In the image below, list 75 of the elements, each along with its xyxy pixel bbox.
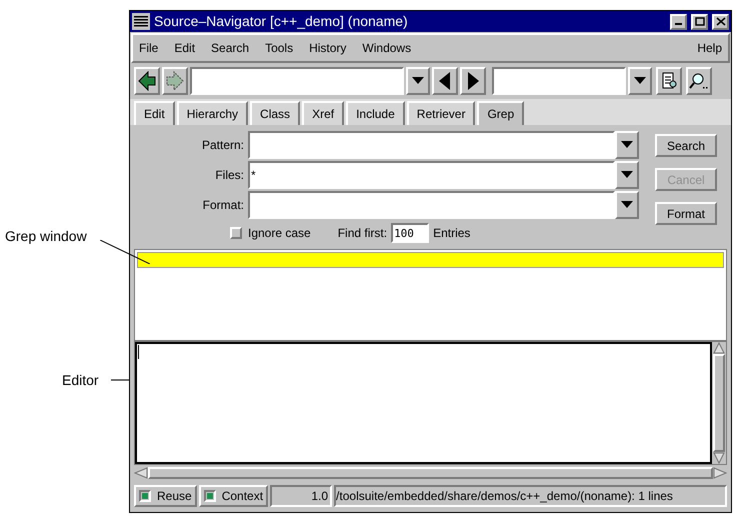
dropdown-button[interactable] <box>615 161 639 189</box>
menu-item[interactable]: Help <box>697 39 722 57</box>
input-field[interactable] <box>248 191 615 219</box>
arrow-right-icon <box>166 71 184 91</box>
triangle-left-icon <box>439 72 451 90</box>
toolbar-button[interactable] <box>656 67 682 95</box>
checkbox[interactable] <box>139 490 151 502</box>
tab[interactable]: Class <box>250 101 300 125</box>
toggle-label: Context <box>222 488 264 505</box>
menu-item[interactable]: Tools <box>265 39 294 57</box>
tab[interactable]: Xref <box>302 101 344 125</box>
cursor-position: 1.0 <box>270 485 332 507</box>
caret-icon <box>621 141 633 149</box>
status-text: /toolsuite/embedded/share/demos/c++_demo/(noname): 1 lines <box>334 485 727 507</box>
menu-item[interactable]: Windows <box>362 39 412 57</box>
toggle-button[interactable]: Reuse <box>134 485 197 507</box>
tab[interactable]: Retriever <box>406 101 476 125</box>
next-button[interactable] <box>460 67 486 95</box>
field-label: Format: <box>202 197 245 214</box>
menu-item[interactable]: Edit <box>174 39 196 57</box>
caret-icon <box>621 201 633 209</box>
tab[interactable]: Edit <box>134 101 175 125</box>
arrow-right-icon <box>713 466 727 478</box>
window-title: Source–Navigator [c++_demo] (noname) <box>154 12 409 31</box>
maximize-icon <box>694 17 704 26</box>
close-icon <box>716 17 726 26</box>
caret-icon <box>621 171 633 179</box>
input-field[interactable]: * <box>248 161 615 189</box>
text-cursor <box>138 345 139 359</box>
toggle-button[interactable]: Context <box>198 485 268 507</box>
caret-icon <box>412 77 424 85</box>
previous-button[interactable] <box>432 67 458 95</box>
input-field[interactable] <box>248 131 615 159</box>
dropdown-button[interactable] <box>615 131 639 159</box>
arrow-left-icon <box>134 466 148 478</box>
find-button[interactable] <box>686 67 712 95</box>
back-button[interactable] <box>134 67 160 95</box>
input-field[interactable]: 100 <box>391 223 430 243</box>
checkbox[interactable] <box>204 490 216 502</box>
dropdown-button[interactable] <box>615 191 639 219</box>
arrow-left-icon <box>138 71 156 91</box>
field-label: Find first: <box>338 225 388 242</box>
triangle-right-icon <box>467 72 479 90</box>
caret-icon <box>634 77 646 85</box>
selected-row[interactable] <box>137 252 724 268</box>
dropdown-button[interactable] <box>628 67 652 95</box>
maximize-button[interactable] <box>691 14 708 30</box>
checkbox-label: Ignore case <box>248 225 311 242</box>
field-label: Files: <box>214 167 245 184</box>
menu-item[interactable]: History <box>309 39 346 57</box>
tab[interactable]: Include <box>346 101 405 125</box>
history-field[interactable] <box>492 67 626 95</box>
editor-area[interactable] <box>135 342 712 464</box>
push-button[interactable]: Search <box>655 134 717 157</box>
menu-icon[interactable] <box>132 13 150 30</box>
field-label: Entries <box>433 225 470 242</box>
scrollbar-thumb[interactable] <box>713 354 725 452</box>
forward-button[interactable] <box>162 67 188 95</box>
callout-label: Editor <box>62 371 99 390</box>
tab[interactable]: Grep <box>477 101 524 125</box>
document-icon <box>661 72 677 90</box>
menu-item[interactable]: Search <box>211 39 250 57</box>
symbol-field[interactable] <box>190 67 404 95</box>
callout-label: Grep window <box>5 227 87 246</box>
toggle-label: Reuse <box>157 488 192 505</box>
push-button[interactable]: Format <box>655 202 717 225</box>
vertical-scrollbar[interactable] <box>712 342 726 464</box>
dropdown-button[interactable] <box>406 67 430 95</box>
menu-item[interactable]: File <box>139 39 158 57</box>
scrollbar-thumb[interactable] <box>148 466 713 478</box>
search-icon <box>689 72 709 90</box>
close-button[interactable] <box>712 14 729 30</box>
field-label: Pattern: <box>200 137 245 154</box>
tab[interactable]: Hierarchy <box>176 101 248 125</box>
minimize-button[interactable] <box>670 14 687 30</box>
